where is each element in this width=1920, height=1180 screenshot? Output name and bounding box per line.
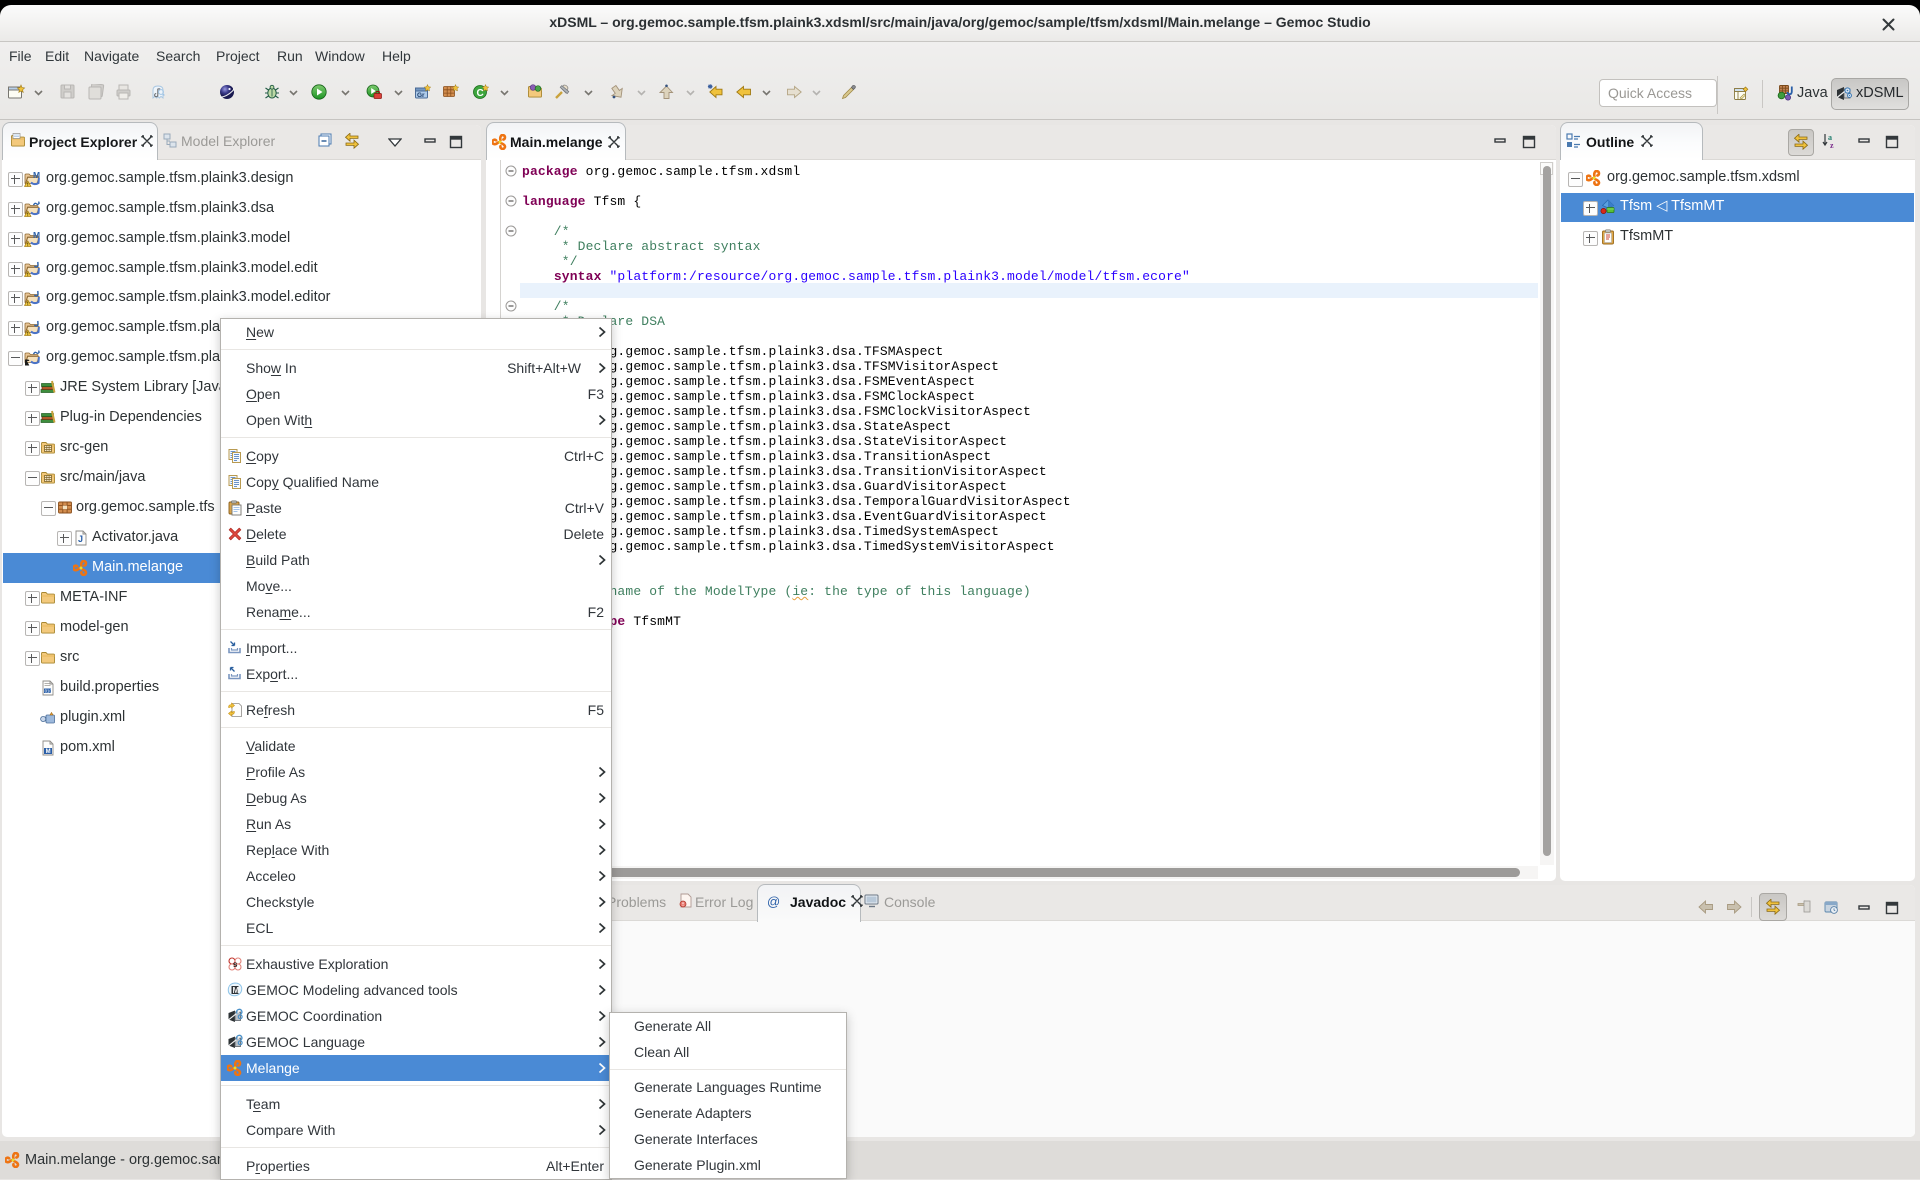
- svg-text:s: s: [233, 960, 238, 969]
- svg-text:@: @: [767, 894, 780, 909]
- svg-text:M: M: [33, 231, 40, 240]
- svg-text:C: C: [477, 88, 484, 99]
- svg-text:010: 010: [45, 688, 53, 693]
- svg-text:J: J: [78, 534, 83, 544]
- svg-text:z: z: [1830, 141, 1834, 149]
- svg-text:M: M: [233, 986, 240, 995]
- svg-text:M: M: [46, 749, 51, 755]
- svg-text:Gr: Gr: [417, 92, 425, 99]
- svg-text:M: M: [33, 171, 40, 180]
